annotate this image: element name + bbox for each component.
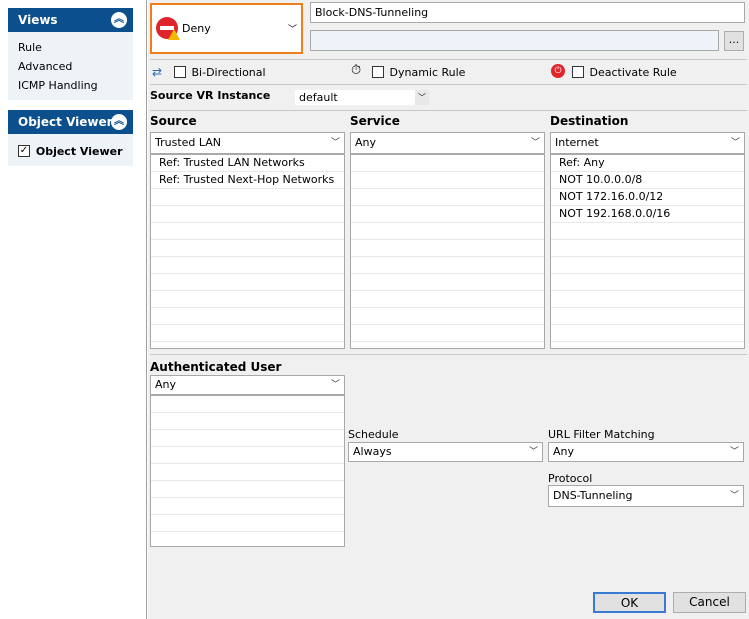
action-dropdown[interactable]: Deny ﹀: [150, 3, 303, 54]
list-item[interactable]: Ref: Any: [551, 155, 744, 172]
sidebar: Views ︽ Rule Advanced ICMP Handling Obje…: [0, 0, 147, 619]
views-panel-body: Rule Advanced ICMP Handling: [8, 32, 133, 100]
rule-name-value: Block-DNS-Tunneling: [315, 6, 429, 19]
destination-list[interactable]: Ref: Any NOT 10.0.0.0/8 NOT 172.16.0.0/1…: [550, 154, 745, 349]
deactivate-rule-label: Deactivate Rule: [589, 65, 677, 79]
schedule-value: Always: [353, 445, 392, 458]
source-list[interactable]: Ref: Trusted LAN Networks Ref: Trusted N…: [150, 154, 345, 349]
power-icon: ⏻: [551, 64, 565, 78]
service-value: Any: [355, 136, 377, 149]
vr-instance-label: Source VR Instance: [150, 89, 271, 102]
view-link-advanced[interactable]: Advanced: [18, 60, 72, 73]
rule-name-input[interactable]: Block-DNS-Tunneling: [310, 2, 745, 23]
destination-header: Destination: [550, 114, 629, 128]
chevron-down-icon: ﹀: [415, 90, 429, 105]
object-viewer-toggle[interactable]: ✓ Object Viewer: [18, 144, 123, 158]
views-panel-title: Views: [18, 13, 58, 27]
service-header: Service: [350, 114, 400, 128]
separator: [150, 84, 747, 85]
collapse-icon[interactable]: ︽: [111, 12, 127, 28]
bidirectional-icon: ⇄: [152, 65, 163, 79]
separator: [150, 110, 747, 111]
list-item[interactable]: NOT 172.16.0.0/12: [551, 189, 744, 206]
deny-icon: [156, 17, 180, 40]
bidirectional-label: Bi-Directional: [191, 65, 266, 79]
dynamic-rule-label: Dynamic Rule: [389, 65, 466, 79]
deactivate-rule-toggle[interactable]: Deactivate Rule: [572, 65, 677, 79]
chevron-down-icon: ﹀: [528, 447, 538, 457]
destination-value: Internet: [555, 136, 599, 149]
bidirectional-checkbox[interactable]: [174, 66, 186, 78]
auth-user-list[interactable]: [150, 395, 345, 547]
list-item[interactable]: Ref: Trusted LAN Networks: [151, 155, 344, 172]
dynamic-rule-toggle[interactable]: Dynamic Rule: [372, 65, 465, 79]
source-dropdown[interactable]: Trusted LAN ﹀: [150, 132, 345, 154]
url-filter-value: Any: [553, 445, 575, 458]
chevron-down-icon: ﹀: [729, 491, 739, 501]
protocol-label: Protocol: [548, 472, 593, 485]
chevron-down-icon: ﹀: [287, 25, 297, 35]
chevron-down-icon: ﹀: [530, 138, 540, 148]
schedule-label: Schedule: [348, 428, 399, 441]
chevron-down-icon: ﹀: [330, 380, 340, 390]
object-viewer-label: Object Viewer: [35, 144, 123, 158]
object-viewer-checkbox[interactable]: ✓: [18, 145, 30, 157]
service-dropdown[interactable]: Any ﹀: [350, 132, 545, 154]
cancel-button[interactable]: Cancel: [673, 592, 746, 613]
list-item[interactable]: NOT 192.168.0.0/16: [551, 206, 744, 223]
destination-dropdown[interactable]: Internet ﹀: [550, 132, 745, 154]
list-item[interactable]: Ref: Trusted Next-Hop Networks: [151, 172, 344, 189]
rule-description-input[interactable]: [310, 30, 719, 51]
collapse-icon[interactable]: ︽: [111, 114, 127, 130]
view-link-icmp-handling[interactable]: ICMP Handling: [18, 79, 98, 92]
object-viewer-panel-title: Object Viewer: [18, 115, 113, 129]
views-panel-header[interactable]: Views ︽: [8, 8, 133, 32]
auth-user-dropdown[interactable]: Any ﹀: [150, 375, 345, 395]
dynamic-rule-checkbox[interactable]: [372, 66, 384, 78]
more-button[interactable]: ...: [724, 31, 744, 51]
chevron-down-icon: ﹀: [730, 138, 740, 148]
separator: [150, 354, 747, 355]
protocol-dropdown[interactable]: DNS-Tunneling ﹀: [548, 485, 744, 507]
protocol-value: DNS-Tunneling: [553, 489, 633, 502]
object-viewer-panel-body: ✓ Object Viewer: [8, 134, 133, 166]
action-value: Deny: [182, 22, 211, 35]
object-viewer-panel-header[interactable]: Object Viewer ︽: [8, 110, 133, 134]
separator: [150, 59, 747, 60]
chevron-down-icon: ﹀: [729, 447, 739, 457]
deactivate-rule-checkbox[interactable]: [572, 66, 584, 78]
url-filter-dropdown[interactable]: Any ﹀: [548, 442, 744, 462]
vr-instance-value: default: [299, 91, 338, 104]
vr-instance-dropdown[interactable]: default ﹀: [294, 89, 430, 106]
bidirectional-toggle[interactable]: Bi-Directional: [174, 65, 266, 79]
schedule-dropdown[interactable]: Always ﹀: [348, 442, 543, 462]
ok-button[interactable]: OK: [593, 592, 666, 613]
chevron-down-icon: ﹀: [330, 138, 340, 148]
auth-user-header: Authenticated User: [150, 360, 282, 374]
stopwatch-icon: ⏱: [351, 63, 362, 78]
source-value: Trusted LAN: [155, 136, 222, 149]
view-link-rule[interactable]: Rule: [18, 41, 42, 54]
rule-editor: Deny ﹀ Block-DNS-Tunneling ... ⇄ Bi-Dire…: [148, 0, 749, 619]
source-header: Source: [150, 114, 197, 128]
service-list[interactable]: [350, 154, 545, 349]
auth-user-value: Any: [155, 378, 177, 391]
list-item[interactable]: NOT 10.0.0.0/8: [551, 172, 744, 189]
url-filter-label: URL Filter Matching: [548, 428, 655, 441]
warning-icon: [168, 29, 180, 40]
